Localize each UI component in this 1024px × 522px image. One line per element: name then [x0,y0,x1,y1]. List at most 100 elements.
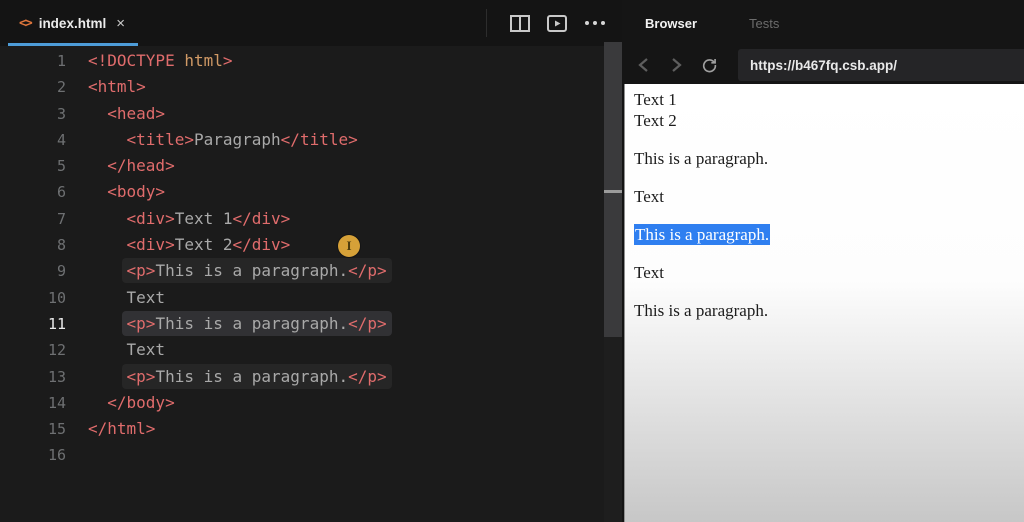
code-token[interactable]: </div> [233,235,291,254]
code-line[interactable]: 12 Text [0,337,622,363]
code-token[interactable]: </html> [88,419,155,438]
code-token[interactable] [88,130,127,149]
code-token[interactable]: <div> [127,209,175,228]
code-line[interactable]: 13 <p>This is a paragraph.</p> [0,363,622,390]
code-token[interactable]: </head> [107,156,174,175]
code-line-content[interactable]: <!DOCTYPE html> [88,48,233,74]
code-line[interactable]: 3 <head> [0,101,622,127]
tab-close-icon[interactable]: × [114,16,127,31]
code-line[interactable]: 9 <p>This is a paragraph.</p> [0,258,622,284]
code-token[interactable] [88,235,127,254]
split-editor-icon[interactable] [510,14,530,32]
code-token[interactable]: <title> [127,130,194,149]
code-line[interactable]: 16 [0,442,622,468]
code-token[interactable]: <p> [127,367,156,386]
code-line[interactable]: 7 <div>Text 1</div> [0,206,622,232]
code-token[interactable] [88,209,127,228]
code-token[interactable] [88,288,127,307]
code-token[interactable]: html [175,51,223,70]
code-token[interactable] [88,156,107,175]
code-line-content[interactable]: </body> [88,390,174,416]
code-token[interactable]: </p> [348,261,387,280]
open-preview-icon[interactable] [547,14,567,32]
code-line[interactable]: 2 <html> [0,74,622,100]
code-line[interactable]: 6 <body> [0,179,622,205]
editor-scrollbar[interactable] [604,42,622,522]
code-line-content[interactable]: <p>This is a paragraph.</p> [88,258,392,284]
preview-p: This is a paragraph. [634,149,769,168]
code-token[interactable]: This is a paragraph. [155,367,348,386]
refresh-icon[interactable] [702,56,717,74]
code-token[interactable]: This is a paragraph. [155,314,348,333]
code-line[interactable]: 14 </body> [0,390,622,416]
toolbar-divider [486,9,487,37]
app-window: <> index.html × 1 <!DOCTYPE html> 2 <htm… [0,0,1024,522]
code-line[interactable]: 15 </html> [0,416,622,442]
code-line-content[interactable]: <title>Paragraph</title> [88,127,358,153]
code-line-content[interactable]: Text [88,285,166,311]
code-line-content[interactable]: </head> [88,153,174,179]
code-token[interactable]: <p> [127,261,156,280]
code-token[interactable]: <body> [107,182,165,201]
selected-text: This is a paragraph. [634,224,771,245]
back-icon[interactable] [636,57,651,73]
code-line-content[interactable]: <body> [88,179,165,205]
code-token[interactable] [88,393,107,412]
code-token[interactable] [88,340,127,359]
preview-p: This is a paragraph. [634,224,1014,245]
code-token[interactable]: </p> [348,367,387,386]
code-token[interactable]: Text 2 [175,235,233,254]
code-line[interactable]: 5 </head> [0,153,622,179]
tab-browser[interactable]: Browser [645,16,697,31]
forward-icon[interactable] [669,57,684,73]
code-token[interactable] [88,367,127,386]
code-token[interactable]: Text 1 [175,209,233,228]
line-number: 8 [56,236,66,255]
tab-index-html[interactable]: <> index.html × [8,0,138,46]
code-token[interactable]: > [223,51,233,70]
line-number: 12 [47,341,66,360]
line-number: 13 [47,367,66,386]
code-token[interactable]: <!DOCTYPE [88,51,175,70]
code-line-content[interactable]: <head> [88,101,165,127]
code-line-content[interactable]: <html> [88,74,146,100]
code-token[interactable]: Text [127,340,166,359]
code-token[interactable]: </p> [348,314,387,333]
code-token[interactable]: Text [127,288,166,307]
code-line-content[interactable]: </html> [88,416,155,442]
code-line[interactable]: 10 Text [0,285,622,311]
line-number: 7 [56,209,66,228]
code-token[interactable] [88,104,107,123]
code-token[interactable]: Paragraph [194,130,281,149]
code-token[interactable] [88,314,127,333]
code-token[interactable]: <html> [88,77,146,96]
code-line[interactable]: 8 <div>Text 2</div> [0,232,622,258]
line-number: 3 [56,104,66,123]
code-line-content[interactable]: <p>This is a paragraph.</p> [88,363,392,390]
url-input[interactable] [738,49,1024,81]
occurrence-highlight: <p>This is a paragraph.</p> [121,258,392,284]
preview-div: Text 1 [634,90,677,109]
preview-p: This is a paragraph. [634,301,769,320]
code-token[interactable] [88,261,127,280]
code-line[interactable]: 4 <title>Paragraph</title> [0,127,622,153]
code-line[interactable]: 11 <p>This is a paragraph.</p> [0,310,622,337]
code-token[interactable]: <div> [127,235,175,254]
line-number: 5 [56,157,66,176]
tab-tests[interactable]: Tests [749,16,779,31]
code-line[interactable]: 1 <!DOCTYPE html> [0,48,622,74]
code-line-content[interactable]: <div>Text 1</div> [88,206,291,232]
code-token[interactable]: <head> [107,104,165,123]
code-editor[interactable]: 1 <!DOCTYPE html> 2 <html> 3 <head> 4 <title>… [0,42,622,522]
code-line-content[interactable]: <p>This is a paragraph.</p> [88,310,392,337]
code-token[interactable] [88,182,107,201]
code-token[interactable]: </title> [281,130,358,149]
code-token[interactable]: This is a paragraph. [155,261,348,280]
code-token[interactable]: </body> [107,393,174,412]
code-line-content[interactable]: <div>Text 2</div> [88,232,291,258]
code-token[interactable]: <p> [127,314,156,333]
code-line-content[interactable]: Text [88,337,166,363]
editor-toolbar [486,0,606,46]
code-token[interactable]: </div> [233,209,291,228]
more-actions-icon[interactable] [584,20,606,26]
